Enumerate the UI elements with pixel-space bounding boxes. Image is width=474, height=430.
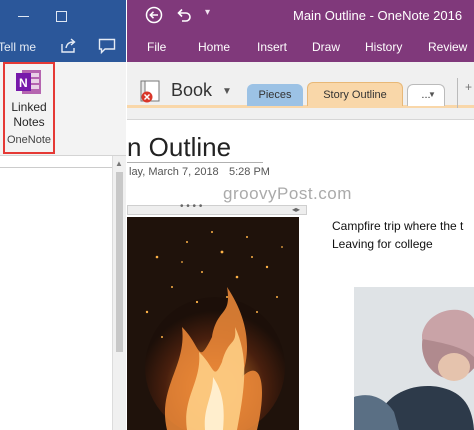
section-tab-story-outline[interactable]: Story Outline: [307, 82, 403, 106]
linked-notes-label-line2: Notes: [13, 115, 45, 129]
linked-notes-label-line1: Linked: [11, 100, 47, 114]
share-icon[interactable]: [60, 38, 78, 59]
campfire-image[interactable]: [127, 217, 299, 430]
notebook-name[interactable]: Book: [171, 80, 212, 101]
section-tab-pieces[interactable]: Pieces: [247, 84, 303, 106]
menu-review[interactable]: Review: [428, 40, 467, 54]
screenshot-root: Tell me N Linked Notes OneNote ▲ ▾ Main …: [0, 0, 474, 430]
watermark-text: groovyPost.com: [223, 184, 352, 203]
back-icon[interactable]: [145, 6, 163, 29]
grip-dots-icon[interactable]: • • • •: [180, 201, 202, 212]
note-text-line-2[interactable]: Leaving for college: [332, 237, 433, 251]
resize-arrows-icon[interactable]: ◂▸: [292, 205, 300, 214]
onenote-window: ▾ Main Outline - OneNote 2016 File Home …: [127, 0, 474, 430]
page-title[interactable]: n Outline: [127, 132, 231, 163]
ribbon-group-label: OneNote: [6, 134, 52, 146]
word-ruler: [0, 160, 112, 168]
section-tab-more[interactable]: ...: [407, 84, 445, 106]
minimize-icon: [17, 15, 29, 17]
minimize-button[interactable]: [8, 6, 38, 26]
word-document-area[interactable]: [0, 170, 110, 430]
comment-icon[interactable]: [98, 38, 116, 59]
maximize-button[interactable]: [46, 6, 76, 26]
onenote-menu-bar: [127, 32, 474, 62]
maximize-icon: [55, 10, 67, 22]
page-date: lay, March 7, 2018: [129, 166, 219, 178]
page-time: 5:28 PM: [229, 166, 270, 178]
linked-notes-button[interactable]: N Linked Notes OneNote: [3, 62, 55, 154]
scroll-thumb[interactable]: [116, 172, 123, 352]
quick-access-dropdown-icon[interactable]: ▾: [205, 7, 210, 18]
tell-me-search[interactable]: Tell me: [0, 40, 36, 54]
note-container-image[interactable]: • • • • ◂▸: [127, 201, 307, 430]
undo-icon[interactable]: [175, 7, 193, 28]
word-title-bar: [0, 0, 126, 32]
onenote-logo-icon: N: [16, 68, 42, 96]
section-more-dropdown-icon[interactable]: ▼: [428, 90, 436, 99]
add-section-icon[interactable]: +: [465, 80, 472, 94]
linked-notes-label: Linked Notes: [5, 100, 53, 130]
notebook-dropdown-icon[interactable]: ▼: [222, 86, 232, 97]
scroll-up-icon[interactable]: ▲: [115, 159, 123, 168]
container-grip-bar[interactable]: • • • • ◂▸: [127, 201, 307, 215]
page-title-underline: [127, 162, 263, 163]
word-window: Tell me N Linked Notes OneNote ▲: [0, 0, 126, 430]
menu-file[interactable]: File: [147, 40, 166, 54]
menu-draw[interactable]: Draw: [312, 40, 340, 54]
menu-home[interactable]: Home: [198, 40, 230, 54]
word-vertical-scrollbar[interactable]: ▲: [112, 156, 126, 430]
window-title: Main Outline - OneNote 2016: [293, 8, 463, 23]
svg-text:N: N: [19, 76, 28, 90]
person-photo-image[interactable]: [354, 287, 474, 430]
note-text-line-1[interactable]: Campfire trip where the t: [332, 219, 463, 233]
menu-insert[interactable]: Insert: [257, 40, 287, 54]
onenote-title-bar: ▾ Main Outline - OneNote 2016: [127, 0, 474, 32]
menu-history[interactable]: History: [365, 40, 402, 54]
